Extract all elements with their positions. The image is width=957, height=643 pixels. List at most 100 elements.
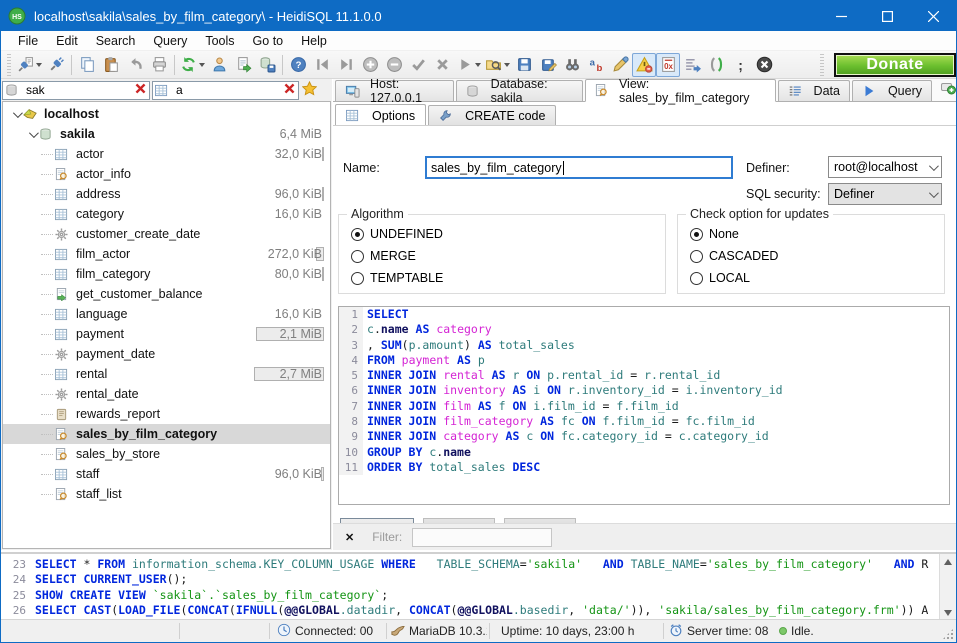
dropdown-caret-icon[interactable] [36,63,42,67]
scroll-down-icon[interactable] [944,610,952,616]
tree-item-category[interactable]: category16,0 KiB [3,204,330,224]
remove-icon[interactable] [382,53,406,77]
tree-item-payment[interactable]: payment2,1 MiB [3,324,330,344]
table-filter-input[interactable] [176,83,283,97]
user-manager-icon[interactable] [207,53,231,77]
tree-item-sales_by_film_category[interactable]: sales_by_film_category [3,424,330,444]
replace-ab-icon[interactable]: ab [584,53,608,77]
print-icon[interactable] [147,53,171,77]
radio-none[interactable]: None [690,227,739,241]
discard-icon[interactable] [430,53,454,77]
tree-item-staff[interactable]: staff96,0 KiB [3,464,330,484]
run-icon[interactable] [454,53,483,77]
log-scrollbar[interactable] [939,554,956,621]
save-icon[interactable] [512,53,536,77]
refresh-icon[interactable] [178,53,207,77]
first-icon[interactable] [310,53,334,77]
toolbar-grip[interactable] [7,54,11,76]
sql-log[interactable]: 23SELECT * FROM information_schema.KEY_C… [1,557,939,618]
tree-item-sakila[interactable]: sakila6,4 MiB [3,124,330,144]
tab-view[interactable]: View: sales_by_film_category [585,79,776,102]
tree-item-language[interactable]: language16,0 KiB [3,304,330,324]
connect-icon[interactable] [44,53,68,77]
radio-merge[interactable]: MERGE [351,249,416,263]
tree-item-rental[interactable]: rental2,7 MiB [3,364,330,384]
reformat-icon[interactable] [704,53,728,77]
radio-cascaded[interactable]: CASCADED [690,249,778,263]
save-db-icon[interactable] [255,53,279,77]
find-icon[interactable] [560,53,584,77]
file-search-icon[interactable] [483,53,512,77]
tab-database[interactable]: Database: sakila [456,80,582,101]
warnings-icon[interactable] [632,53,656,77]
tree-item-customer_create_date[interactable]: customer_create_date [3,224,330,244]
menu-file[interactable]: File [9,32,47,50]
format-brush-icon[interactable] [608,53,632,77]
apply-icon[interactable] [406,53,430,77]
hex-icon[interactable]: 0x [656,53,680,77]
close-button[interactable] [910,1,956,31]
expand-chevron-icon[interactable] [9,111,23,118]
radio-temptable[interactable]: TEMPTABLE [351,271,443,285]
tree-item-film_actor[interactable]: film_actor272,0 KiB [3,244,330,264]
view-sql-editor[interactable]: 1SELECT2c.name AS category3, SUM(p.amoun… [338,306,950,505]
paste-icon[interactable] [99,53,123,77]
menu-goto[interactable]: Go to [244,32,293,50]
menu-query[interactable]: Query [144,32,196,50]
tree-item-actor[interactable]: actor32,0 KiB [3,144,330,164]
dropdown-caret-icon[interactable] [475,63,481,67]
sql-security-select[interactable]: Definer [828,183,942,205]
last-icon[interactable] [334,53,358,77]
tree-item-rewards_report[interactable]: rewards_report [3,404,330,424]
radio-undefined[interactable]: UNDEFINED [351,227,443,241]
new-query-tab-icon[interactable] [940,79,956,98]
delimiter-icon[interactable]: ; [728,53,752,77]
undo-icon[interactable] [123,53,147,77]
title-bar[interactable]: HS localhost\sakila\sales_by_film_catego… [1,1,956,31]
tree-item-payment_date[interactable]: payment_date [3,344,330,364]
save-as-icon[interactable] [536,53,560,77]
maximize-button[interactable] [864,1,910,31]
tab-data[interactable]: Data [778,80,850,101]
tree-item-actor_info[interactable]: actor_info [3,164,330,184]
help-icon[interactable]: ? [286,53,310,77]
session-manager-icon[interactable] [15,53,44,77]
tree-item-film_category[interactable]: film_category80,0 KiB [3,264,330,284]
tree-item-sales_by_store[interactable]: sales_by_store [3,444,330,464]
donate-grip[interactable] [820,54,824,76]
definer-select[interactable]: root@localhost [828,156,942,178]
stop-icon[interactable] [752,53,776,77]
filter-input[interactable] [412,528,552,547]
expand-chevron-icon[interactable] [25,131,39,138]
radio-local[interactable]: LOCAL [690,271,750,285]
tree-item-get_customer_balance[interactable]: get_customer_balance [3,284,330,304]
menu-tools[interactable]: Tools [196,32,243,50]
scroll-up-icon[interactable] [944,559,952,565]
indent-icon[interactable] [680,53,704,77]
menu-search[interactable]: Search [87,32,145,50]
close-filter-icon[interactable]: ✕ [345,531,354,544]
clear-database-filter-icon[interactable] [134,82,147,98]
tab-create-code[interactable]: CREATE code [428,105,556,125]
name-input[interactable]: sales_by_film_category [425,156,733,179]
database-filter-input[interactable] [26,83,134,97]
menu-help[interactable]: Help [292,32,336,50]
export-icon[interactable] [231,53,255,77]
tab-query[interactable]: Query [852,80,932,101]
tab-host[interactable]: Host: 127.0.0.1 [335,80,454,101]
dropdown-caret-icon[interactable] [199,63,205,67]
dropdown-caret-icon[interactable] [504,63,510,67]
tree-item-staff_list[interactable]: staff_list [3,484,330,504]
menu-edit[interactable]: Edit [47,32,87,50]
add-icon[interactable] [358,53,382,77]
tree-item-address[interactable]: address96,0 KiB [3,184,330,204]
minimize-button[interactable] [818,1,864,31]
tree-item-rental_date[interactable]: rental_date [3,384,330,404]
favorites-star-icon[interactable] [302,81,317,99]
copy-icon[interactable] [75,53,99,77]
clear-table-filter-icon[interactable] [283,82,296,98]
donate-button[interactable]: Donate [834,53,956,77]
tree-item-localhost[interactable]: localhost [3,104,330,124]
resize-grip[interactable] [942,628,954,640]
tab-options[interactable]: Options [335,104,426,126]
